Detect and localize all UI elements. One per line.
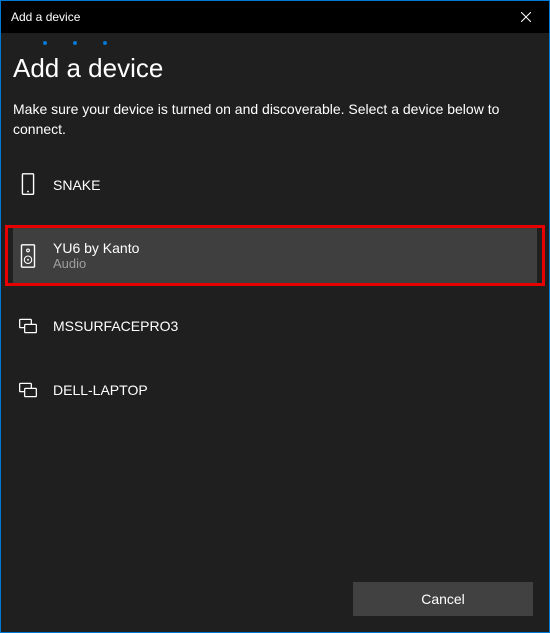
spacer — [13, 350, 537, 366]
titlebar-title: Add a device — [11, 10, 80, 24]
computer-icon — [17, 312, 39, 340]
dot-icon — [43, 41, 47, 45]
page-title: Add a device — [13, 53, 537, 84]
close-button[interactable] — [503, 1, 549, 33]
titlebar: Add a device — [1, 1, 549, 33]
speaker-icon — [17, 242, 39, 270]
computer-icon — [17, 376, 39, 404]
highlight-annotation: YU6 by Kanto Audio — [5, 225, 545, 286]
device-name-label: YU6 by Kanto — [53, 240, 139, 256]
device-item-yu6[interactable]: YU6 by Kanto Audio — [13, 228, 537, 283]
device-item-dell-laptop[interactable]: DELL-LAPTOP — [13, 366, 537, 414]
page-subtitle: Make sure your device is turned on and d… — [13, 100, 537, 139]
phone-icon — [17, 171, 39, 199]
spacer — [13, 286, 537, 302]
device-text: MSSURFACEPRO3 — [53, 318, 178, 334]
device-text: SNAKE — [53, 177, 100, 193]
device-subtitle-label: Audio — [53, 256, 139, 271]
close-icon — [521, 12, 531, 22]
device-list: SNAKE YU6 by Kanto Audio — [13, 161, 537, 414]
device-name-label: SNAKE — [53, 177, 100, 193]
cancel-button[interactable]: Cancel — [353, 582, 533, 616]
device-text: DELL-LAPTOP — [53, 382, 148, 398]
progress-dots — [43, 41, 537, 45]
device-item-mssurfacepro3[interactable]: MSSURFACEPRO3 — [13, 302, 537, 350]
device-name-label: MSSURFACEPRO3 — [53, 318, 178, 334]
device-name-label: DELL-LAPTOP — [53, 382, 148, 398]
device-item-snake[interactable]: SNAKE — [13, 161, 537, 209]
device-text: YU6 by Kanto Audio — [53, 240, 139, 271]
spacer — [13, 209, 537, 225]
dot-icon — [73, 41, 77, 45]
content-area: Add a device Make sure your device is tu… — [1, 33, 549, 414]
footer: Cancel — [353, 582, 533, 616]
dot-icon — [103, 41, 107, 45]
